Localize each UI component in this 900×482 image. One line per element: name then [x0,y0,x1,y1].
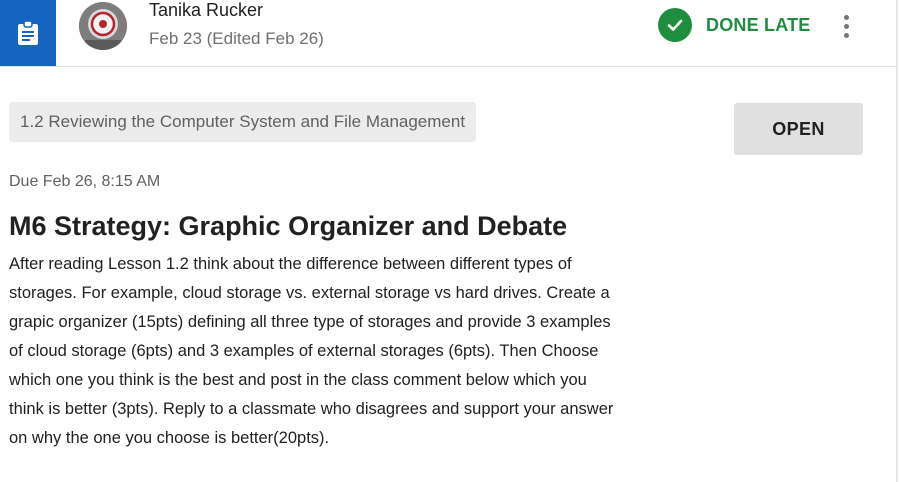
assignment-card: Tanika Rucker Feb 23 (Edited Feb 26) DON… [0,0,898,482]
check-circle-icon [658,8,692,42]
avatar-image [79,2,127,50]
more-vert-icon[interactable] [832,8,860,44]
author-name: Tanika Rucker [149,0,264,20]
due-date: Due Feb 26, 8:15 AM [9,173,161,190]
open-button[interactable]: OPEN [734,103,863,155]
description-line: on why the one you choose is better(20pt… [9,429,330,447]
submission-status: DONE LATE [658,8,810,42]
assignment-icon [18,20,38,45]
description-line: grapic organizer (15pts) defining all th… [9,313,611,331]
assignment-title: M6 Strategy: Graphic Organizer and Debat… [9,211,568,241]
description-line: think is better (3pts). Reply to a class… [9,400,614,418]
avatar [79,2,127,50]
assignment-description: After reading Lesson 1.2 think about the… [9,250,729,453]
assignment-type-badge [0,0,56,66]
description-line: of cloud storage (6pts) and 3 examples o… [9,342,599,360]
description-line: After reading Lesson 1.2 think about the… [9,255,572,273]
topic-chip[interactable]: 1.2 Reviewing the Computer System and Fi… [9,102,477,142]
description-line: which one you think is the best and post… [9,371,587,389]
status-label: DONE LATE [706,14,811,35]
assignment-header: Tanika Rucker Feb 23 (Edited Feb 26) DON… [0,0,896,67]
post-date: Feb 23 (Edited Feb 26) [149,29,324,48]
description-line: storages. For example, cloud storage vs.… [9,284,610,302]
